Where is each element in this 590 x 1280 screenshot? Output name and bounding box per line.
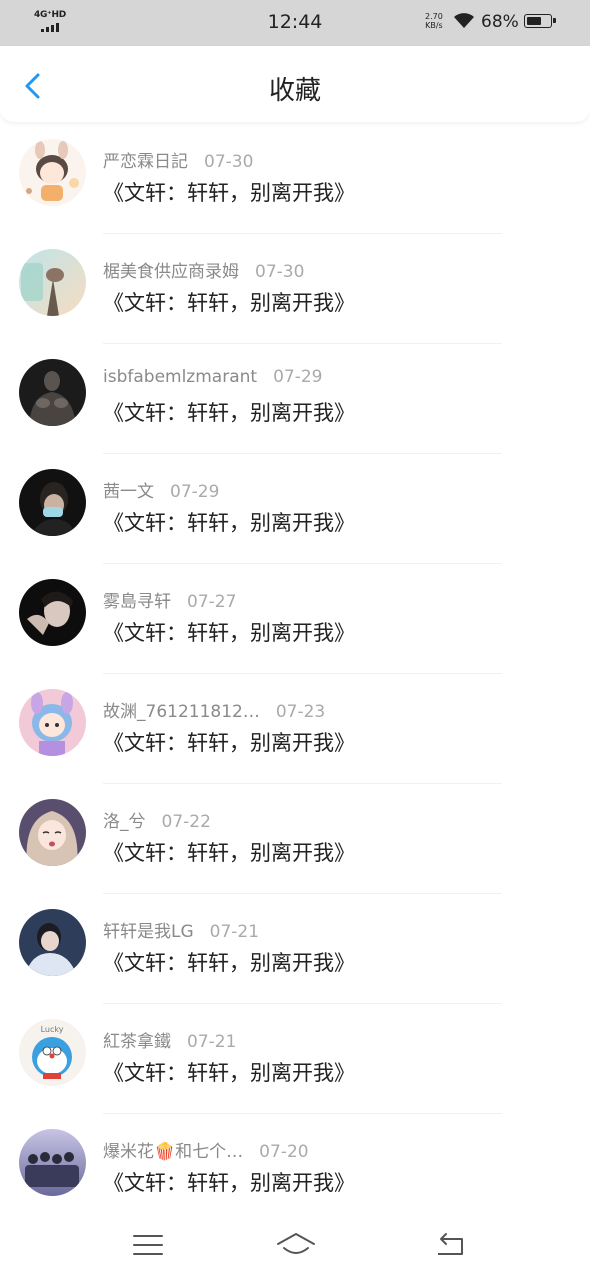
- item-date: 07-23: [275, 702, 326, 722]
- list-item[interactable]: 故渊_761211812… 07-23 《文轩：轩轩，别离开我》: [0, 674, 590, 784]
- battery-percent: 68%: [481, 12, 519, 32]
- item-title: 《文轩：轩轩，别离开我》: [103, 951, 355, 975]
- menu-button[interactable]: [130, 1230, 166, 1260]
- item-title: 《文轩：轩轩，别离开我》: [103, 1171, 355, 1195]
- item-username: 洛_兮: [103, 812, 146, 832]
- avatar: [19, 249, 86, 316]
- list-item[interactable]: 椐美食供应商录姆 07-30 《文轩：轩轩，别离开我》: [0, 234, 590, 344]
- list-item[interactable]: 轩轩是我LG 07-21 《文轩：轩轩，别离开我》: [0, 894, 590, 1004]
- item-title: 《文轩：轩轩，别离开我》: [103, 181, 355, 205]
- avatar: [19, 139, 86, 206]
- item-username: 故渊_761211812…: [103, 702, 260, 722]
- avatar-badge-text: Lucky: [41, 1025, 64, 1034]
- avatar: [19, 1129, 86, 1196]
- list-item[interactable]: Lucky 紅茶拿鐵 07-21 《文轩：轩轩，别离开我》: [0, 1004, 590, 1114]
- battery-icon: [524, 14, 556, 28]
- item-title: 《文轩：轩轩，别离开我》: [103, 1061, 355, 1085]
- item-date: 07-20: [259, 1142, 309, 1162]
- item-header: 紅茶拿鐵 07-21: [103, 1027, 236, 1052]
- list-item[interactable]: 爆米花🍿和七个… 07-20 《文轩：轩轩，别离开我》: [0, 1114, 590, 1224]
- avatar: [19, 579, 86, 646]
- avatar: [19, 359, 86, 426]
- list-item[interactable]: isbfabemlzmarant 07-29 《文轩：轩轩，别离开我》: [0, 344, 590, 454]
- favorites-screen: 4G⁺HD 12:44 2.70 KB/s 68% 收藏 严恋霖日記 07-30…: [0, 0, 590, 1280]
- item-username: 雾島寻轩: [103, 592, 171, 612]
- item-header: 椐美食供应商录姆 07-30: [103, 257, 304, 282]
- avatar: [19, 909, 86, 976]
- item-username: 紅茶拿鐵: [103, 1032, 171, 1052]
- speed-value: 2.70: [425, 12, 443, 21]
- item-header: isbfabemlzmarant 07-29: [103, 367, 322, 387]
- home-button[interactable]: [276, 1230, 316, 1260]
- list-item[interactable]: 雾島寻轩 07-27 《文轩：轩轩，别离开我》: [0, 564, 590, 674]
- item-username: 轩轩是我LG: [103, 922, 194, 942]
- item-username: 爆米花🍿和七个…: [103, 1142, 244, 1162]
- item-title: 《文轩：轩轩，别离开我》: [103, 401, 355, 425]
- item-username: 严恋霖日記: [103, 152, 188, 172]
- item-header: 茜一文 07-29: [103, 477, 219, 502]
- item-date: 07-30: [255, 262, 305, 282]
- wifi-icon: [454, 13, 474, 28]
- item-title: 《文轩：轩轩，别离开我》: [103, 291, 355, 315]
- status-bar: 4G⁺HD 12:44 2.70 KB/s 68%: [0, 0, 590, 46]
- list-item[interactable]: 洛_兮 07-22 《文轩：轩轩，别离开我》: [0, 784, 590, 894]
- item-date: 07-21: [209, 922, 260, 942]
- network-speed: 2.70 KB/s: [425, 12, 443, 30]
- item-header: 爆米花🍿和七个… 07-20: [103, 1137, 309, 1162]
- item-date: 07-21: [187, 1032, 237, 1052]
- avatar: [19, 469, 86, 536]
- speed-unit: KB/s: [425, 21, 443, 30]
- item-date: 07-30: [204, 152, 254, 172]
- avatar: Lucky: [19, 1019, 86, 1086]
- menu-icon: [133, 1235, 163, 1255]
- favorites-list: 严恋霖日記 07-30 《文轩：轩轩，别离开我》 椐美食供应商录姆 07-30 《文…: [0, 124, 590, 1224]
- item-title: 《文轩：轩轩，别离开我》: [103, 731, 355, 755]
- item-username: 椐美食供应商录姆: [103, 262, 239, 282]
- home-icon: [277, 1233, 315, 1254]
- avatar: [19, 689, 86, 756]
- item-date: 07-27: [187, 592, 237, 612]
- header: 收藏: [0, 46, 590, 122]
- item-username: 茜一文: [103, 482, 154, 502]
- item-date: 07-29: [273, 367, 323, 387]
- item-date: 07-22: [161, 812, 211, 832]
- list-item[interactable]: 茜一文 07-29 《文轩：轩轩，别离开我》: [0, 454, 590, 564]
- item-title: 《文轩：轩轩，别离开我》: [103, 841, 355, 865]
- item-header: 洛_兮 07-22: [103, 807, 211, 832]
- item-title: 《文轩：轩轩，别离开我》: [103, 511, 355, 535]
- item-header: 严恋霖日記 07-30: [103, 147, 253, 172]
- item-header: 故渊_761211812… 07-23: [103, 697, 325, 722]
- item-title: 《文轩：轩轩，别离开我》: [103, 621, 355, 645]
- navigation-bar: [0, 1214, 590, 1280]
- back-nav-button[interactable]: [432, 1230, 468, 1260]
- page-title: 收藏: [268, 76, 321, 106]
- item-date: 07-29: [170, 482, 220, 502]
- back-icon: [438, 1233, 463, 1255]
- avatar: [19, 799, 86, 866]
- item-username: isbfabemlzmarant: [103, 367, 258, 387]
- item-header: 轩轩是我LG 07-21: [103, 917, 259, 942]
- item-header: 雾島寻轩 07-27: [103, 587, 236, 612]
- list-item[interactable]: 严恋霖日記 07-30 《文轩：轩轩，别离开我》: [0, 124, 590, 234]
